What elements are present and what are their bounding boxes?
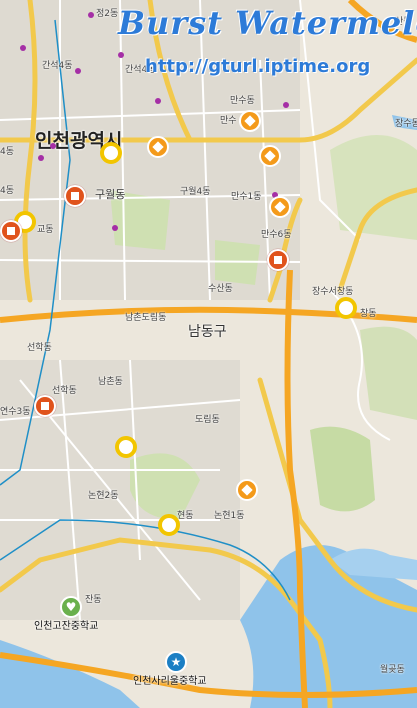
label-namchondorim: 남촌도림동	[125, 313, 167, 323]
label-jeong2: 정2동	[96, 9, 119, 19]
school-marker-gojan[interactable]: ♥	[60, 596, 82, 618]
label-wolgot: 월곶동	[380, 665, 405, 675]
label-mansu-partial: 만수	[220, 116, 237, 126]
label-chang-partial: 창동	[360, 309, 377, 319]
label-seonhak: 선학동	[27, 343, 52, 353]
star-icon: ★	[170, 655, 182, 669]
label-guwol4: 구월4동	[180, 187, 211, 197]
label-seonhak2: 선학동	[52, 386, 77, 396]
poi-dot[interactable]	[112, 225, 118, 231]
label-guwoldong: 구월동	[95, 188, 126, 201]
poi-dot[interactable]	[155, 98, 161, 104]
orange-square-marker[interactable]	[64, 185, 86, 207]
label-ganseok4: 간석4동	[42, 61, 73, 71]
poi-dot[interactable]	[75, 68, 81, 74]
label-namchon: 남촌동	[98, 377, 123, 387]
label-gyodong: 교동	[37, 225, 54, 235]
watermark-url: http://gturl.iptime.org	[145, 56, 371, 77]
yellow-circle-marker[interactable]	[158, 514, 180, 536]
poi-dot[interactable]	[118, 52, 124, 58]
school-label-gojan: 인천고잔중학교	[34, 621, 99, 632]
orange-diamond-marker[interactable]	[259, 145, 281, 167]
orange-square-marker[interactable]	[0, 220, 22, 242]
heart-icon: ♥	[65, 600, 77, 614]
label-4dong: 4동	[0, 147, 15, 157]
yellow-circle-marker[interactable]	[100, 142, 122, 164]
label-mansu6: 만수6동	[261, 230, 292, 240]
orange-square-marker[interactable]	[34, 395, 56, 417]
orange-diamond-marker[interactable]	[236, 479, 258, 501]
poi-dot[interactable]	[283, 102, 289, 108]
orange-diamond-marker[interactable]	[239, 110, 261, 132]
label-nonhyeon2: 논현2동	[88, 491, 119, 501]
district-label: 남동구	[188, 324, 227, 340]
school-label-sariul: 인천사리울중학교	[133, 676, 207, 687]
yellow-circle-marker[interactable]	[335, 297, 357, 319]
poi-dot[interactable]	[88, 12, 94, 18]
poi-dot[interactable]	[20, 45, 26, 51]
poi-dot[interactable]	[38, 155, 44, 161]
label-nonhyeon1: 논현1동	[214, 511, 245, 521]
label-nonhyeon-gojan: 잔동	[85, 595, 102, 605]
school-marker-sariul[interactable]: ★	[165, 651, 187, 673]
yellow-circle-marker[interactable]	[115, 436, 137, 458]
orange-square-marker[interactable]	[267, 249, 289, 271]
label-susandong: 수산동	[208, 284, 233, 294]
orange-diamond-marker[interactable]	[269, 196, 291, 218]
label-mansu1: 만수1동	[231, 192, 262, 202]
label-mansudong: 만수동	[230, 96, 255, 106]
label-yeonsu3: 연수3동	[0, 407, 31, 417]
watermark-title: Burst Watermelon	[118, 4, 417, 42]
orange-diamond-marker[interactable]	[147, 136, 169, 158]
poi-dot[interactable]	[50, 143, 56, 149]
map-view[interactable]: 인천광역시 남동구 구월4동 구월동 만수1동 만수6동 만수동 만수 수산동 …	[0, 0, 417, 708]
label-hyeondong: 현동	[177, 511, 194, 521]
label-jangsu-seochang: 장수서창동	[312, 287, 354, 297]
label-4dong-2: 4동	[0, 186, 15, 196]
label-dorim: 도림동	[195, 415, 220, 425]
label-jangsudong: 장수동	[395, 119, 417, 129]
